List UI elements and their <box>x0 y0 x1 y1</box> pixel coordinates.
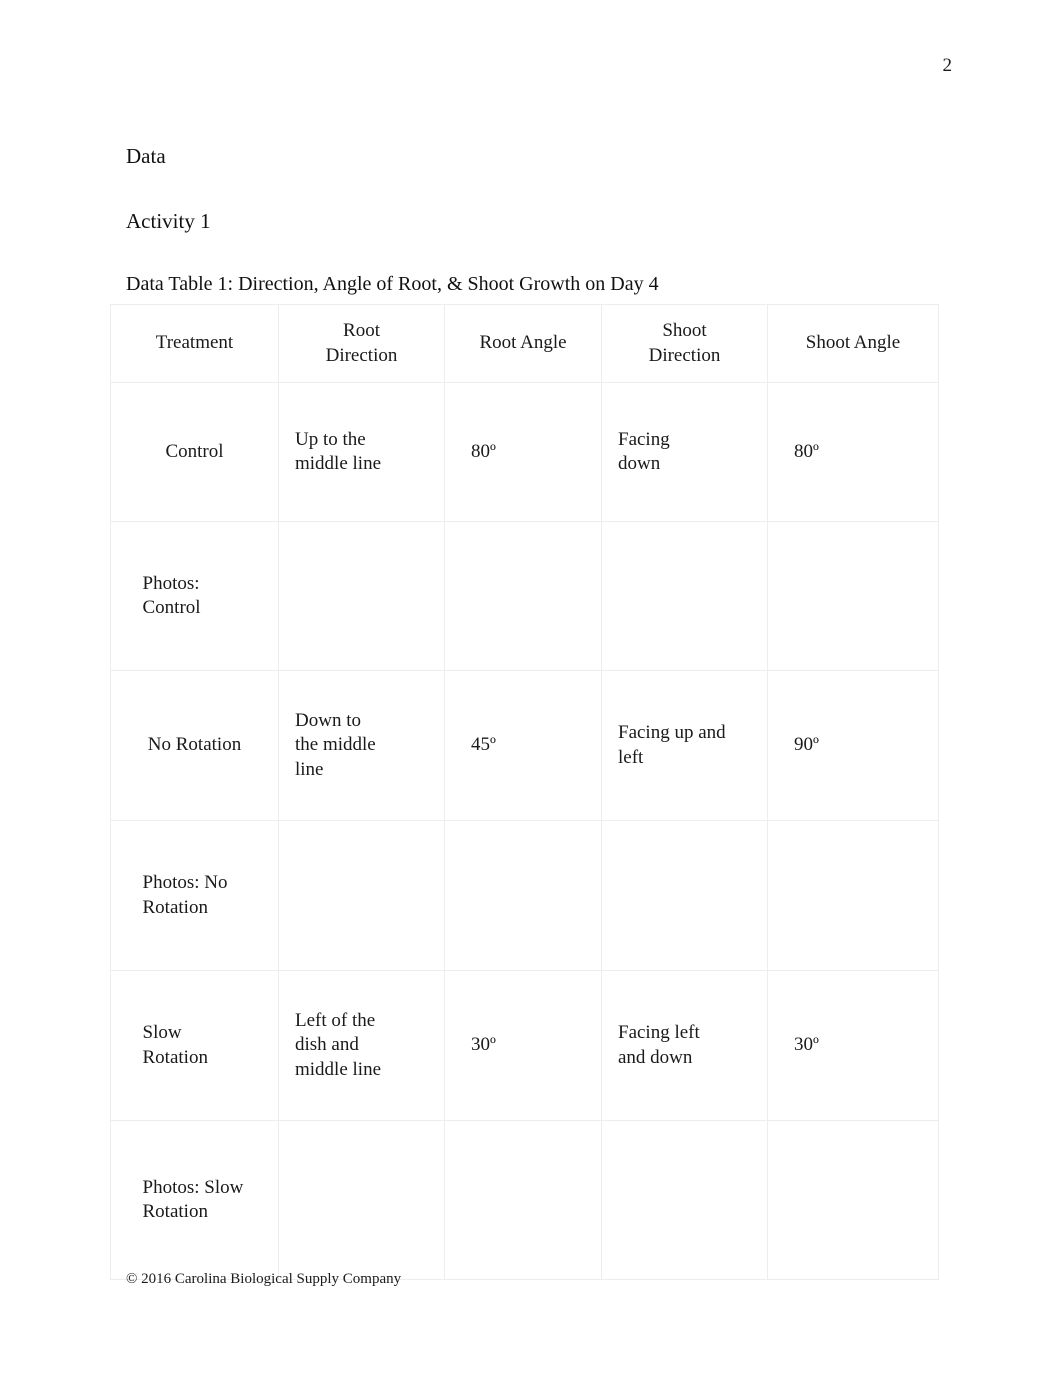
data-table-1: Treatment Root Direction Root Angle Shoo… <box>110 304 939 1280</box>
cell-shoot-angle[interactable] <box>767 521 939 671</box>
cell-shoot-direction[interactable] <box>601 820 768 971</box>
column-header-shoot-angle: Shoot Angle <box>767 304 939 383</box>
cell-root-direction[interactable]: Left of the dish and middle line <box>278 970 445 1121</box>
section-heading-data: Data <box>126 144 166 168</box>
root-direction-value: Left of the dish and middle line <box>295 1010 382 1080</box>
cell-root-direction[interactable] <box>278 521 445 671</box>
cell-treatment: Photos: No Rotation <box>110 820 279 971</box>
cell-treatment: Photos: Control <box>110 521 279 671</box>
column-header-root-angle-label: Root Angle <box>479 332 567 354</box>
treatment-label: No Rotation <box>147 734 242 756</box>
shoot-direction-value: Facing up and left <box>618 722 726 768</box>
cell-root-direction[interactable]: Down to the middle line <box>278 670 445 821</box>
cell-shoot-angle[interactable] <box>767 820 939 971</box>
cell-shoot-direction[interactable]: Facing left and down <box>601 970 768 1121</box>
cell-treatment: Slow Rotation <box>110 970 279 1121</box>
root-angle-value: 45º <box>471 734 496 756</box>
column-header-root-direction-label: Root Direction <box>325 320 398 366</box>
cell-root-angle[interactable] <box>444 521 602 671</box>
column-header-shoot-direction: Shoot Direction <box>601 304 768 383</box>
table-row: Slow Rotation Left of the dish and middl… <box>110 970 939 1121</box>
root-angle-value: 30º <box>471 1034 496 1056</box>
column-header-treatment: Treatment <box>110 304 279 383</box>
table-row: Photos: Control <box>110 521 939 671</box>
cell-shoot-angle[interactable]: 30º <box>767 970 939 1121</box>
column-header-treatment-label: Treatment <box>155 332 234 354</box>
treatment-label: Photos: Control <box>142 572 201 618</box>
copyright-footer: © 2016 Carolina Biological Supply Compan… <box>126 1271 402 1287</box>
treatment-label: Slow Rotation <box>142 1022 208 1068</box>
cell-shoot-direction[interactable] <box>601 521 768 671</box>
treatment-label: Photos: No Rotation <box>142 872 228 918</box>
cell-shoot-angle[interactable]: 80º <box>767 382 939 522</box>
table-caption: Data Table 1: Direction, Angle of Root, … <box>126 273 659 296</box>
cell-shoot-angle[interactable]: 90º <box>767 670 939 821</box>
page-number: 2 <box>942 55 953 76</box>
section-heading-activity: Activity 1 <box>126 209 211 234</box>
cell-treatment: Control <box>110 382 279 522</box>
cell-root-angle[interactable] <box>444 1120 602 1280</box>
table-row: Photos: Slow Rotation <box>110 1120 939 1280</box>
column-header-root-direction: Root Direction <box>278 304 445 383</box>
cell-root-angle[interactable]: 45º <box>444 670 602 821</box>
root-direction-value: Up to the middle line <box>295 428 382 474</box>
table-header-row: Treatment Root Direction Root Angle Shoo… <box>110 304 939 383</box>
treatment-label: Control <box>165 440 224 462</box>
document-body: Data Activity 1 Data Table 1: Direction,… <box>126 144 946 312</box>
column-header-shoot-direction-label: Shoot Direction <box>648 320 721 366</box>
cell-shoot-direction[interactable]: Facing down <box>601 382 768 522</box>
shoot-angle-value: 90º <box>794 734 819 756</box>
cell-root-angle[interactable] <box>444 820 602 971</box>
cell-root-direction[interactable]: Up to the middle line <box>278 382 445 522</box>
cell-root-angle[interactable]: 30º <box>444 970 602 1121</box>
document-page: 2 Data Activity 1 Data Table 1: Directio… <box>0 0 1062 1377</box>
treatment-label: Photos: Slow Rotation <box>142 1176 244 1222</box>
shoot-angle-value: 80º <box>794 440 819 462</box>
cell-treatment: No Rotation <box>110 670 279 821</box>
cell-shoot-direction[interactable]: Facing up and left <box>601 670 768 821</box>
table-row: No Rotation Down to the middle line 45º … <box>110 670 939 821</box>
shoot-angle-value: 30º <box>794 1034 819 1056</box>
shoot-direction-value: Facing down <box>618 428 670 474</box>
root-direction-value: Down to the middle line <box>295 710 376 780</box>
data-table-1-wrapper: Treatment Root Direction Root Angle Shoo… <box>108 302 940 1282</box>
column-header-shoot-angle-label: Shoot Angle <box>805 332 901 354</box>
cell-shoot-direction[interactable] <box>601 1120 768 1280</box>
cell-root-direction[interactable] <box>278 820 445 971</box>
table-row: Control Up to the middle line 80º Facing… <box>110 382 939 522</box>
cell-root-direction[interactable] <box>278 1120 445 1280</box>
table-row: Photos: No Rotation <box>110 820 939 971</box>
shoot-direction-value: Facing left and down <box>618 1022 700 1068</box>
cell-shoot-angle[interactable] <box>767 1120 939 1280</box>
root-angle-value: 80º <box>471 440 496 462</box>
column-header-root-angle: Root Angle <box>444 304 602 383</box>
cell-treatment: Photos: Slow Rotation <box>110 1120 279 1280</box>
cell-root-angle[interactable]: 80º <box>444 382 602 522</box>
